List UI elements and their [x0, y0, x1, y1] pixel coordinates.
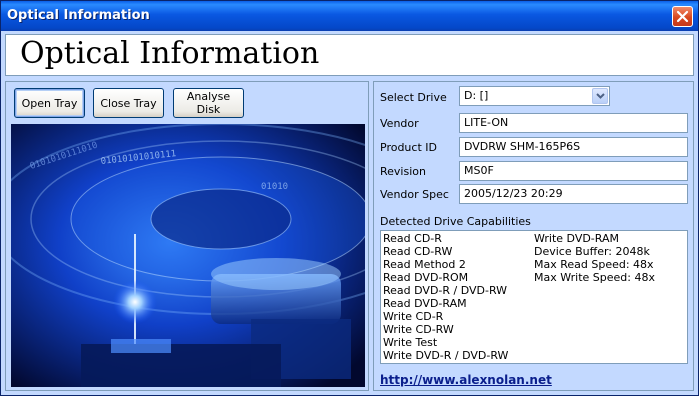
product-id-label: Product ID [380, 141, 437, 154]
list-item: Write Test [383, 336, 438, 349]
title-bar[interactable]: Optical Information [1, 1, 698, 31]
list-item: Read CD-RW [383, 245, 453, 258]
revision-label: Revision [380, 165, 426, 178]
app-window: Optical Information Optical Information … [0, 0, 699, 396]
close-button[interactable] [672, 6, 693, 27]
list-item: Write DVD-RAM [534, 232, 619, 245]
list-item: Read DVD-R / DVD-RW [383, 284, 508, 297]
list-item: Max Write Speed: 48x [534, 271, 655, 284]
vendor-spec-field[interactable]: 2005/12/23 20:29 [459, 184, 688, 204]
capabilities-list[interactable]: Read CD-R Read CD-RW Read Method 2 Read … [380, 230, 688, 364]
window-title: Optical Information [7, 8, 150, 23]
left-panel: Open Tray Close Tray Analyse Disk 010101… [5, 81, 369, 391]
list-item: Read DVD-ROM [383, 271, 469, 284]
capabilities-column-1: Read CD-R Read CD-RW Read Method 2 Read … [383, 232, 508, 362]
list-item: Read DVD-RAM [383, 297, 467, 310]
list-item: Read CD-R [383, 232, 442, 245]
close-x-icon [676, 10, 689, 23]
list-item: Device Buffer: 2048k [534, 245, 650, 258]
drive-select[interactable]: D: [] [459, 86, 610, 106]
close-tray-button[interactable]: Close Tray [93, 88, 164, 118]
chevron-down-icon [596, 93, 605, 99]
header-banner: Optical Information [5, 34, 694, 76]
list-item: Write CD-R [383, 310, 444, 323]
drive-select-value: D: [] [464, 89, 489, 102]
revision-field[interactable]: MS0F [459, 161, 688, 181]
open-tray-button[interactable]: Open Tray [14, 88, 85, 118]
product-id-field[interactable]: DVDRW SHM-165P6S [459, 137, 688, 157]
analyse-disk-button[interactable]: Analyse Disk [173, 88, 244, 118]
list-item: Write CD-RW [383, 323, 454, 336]
vendor-label: Vendor [380, 117, 419, 130]
disc-laser-illustration-icon: 0101010111010 01010101010111 01010 [11, 124, 365, 387]
capabilities-column-2: Write DVD-RAM Device Buffer: 2048k Max R… [534, 232, 655, 284]
svg-text:01010: 01010 [261, 182, 288, 192]
optical-drive-image: 0101010111010 01010101010111 01010 [11, 124, 365, 387]
dropdown-button[interactable] [592, 88, 608, 104]
right-panel: Select Drive D: [] Vendor LITE-ON Produc… [373, 81, 694, 391]
list-item: Write DVD-R / DVD-RW [383, 349, 509, 362]
select-drive-label: Select Drive [380, 91, 447, 104]
list-item: Max Read Speed: 48x [534, 258, 654, 271]
page-title: Optical Information [20, 36, 320, 71]
vendor-spec-label: Vendor Spec [380, 188, 449, 201]
vendor-field[interactable]: LITE-ON [459, 113, 688, 133]
website-link[interactable]: http://www.alexnolan.net [380, 373, 552, 387]
capabilities-label: Detected Drive Capabilities [380, 215, 531, 228]
list-item: Read Method 2 [383, 258, 466, 271]
